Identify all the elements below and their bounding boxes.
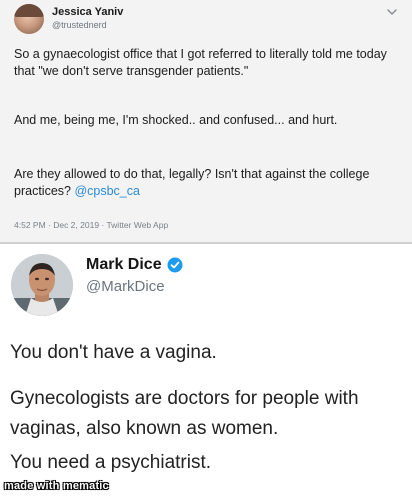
display-name[interactable]: Mark Dice (86, 256, 162, 274)
screenshot-page: Jessica Yaniv @trustednerd So a gynaecol… (0, 0, 412, 500)
tweet-line: You need a psychiatrist. (10, 452, 212, 473)
avatar[interactable] (11, 254, 73, 316)
tweet-paragraph-text: Are they allowed to do that, legally? Is… (14, 167, 370, 198)
tweet-mark-dice[interactable]: Mark Dice @MarkDice You don't have a vag… (0, 244, 412, 500)
verified-badge-icon (167, 257, 183, 273)
tweet-paragraph: So a gynaecologist office that I got ref… (14, 47, 387, 78)
user-handle[interactable]: @MarkDice (86, 278, 165, 295)
tweet-line: Gynecologists are doctors for people wit… (10, 388, 359, 439)
avatar[interactable] (14, 4, 44, 34)
tweet-line: You don't have a vagina. (10, 342, 217, 363)
tweet-paragraph: Are they allowed to do that, legally? Is… (14, 166, 398, 200)
display-name[interactable]: Jessica Yaniv (52, 6, 123, 18)
avatar-photo (11, 254, 73, 316)
chevron-down-icon[interactable] (386, 6, 398, 18)
user-handle[interactable]: @trustednerd (52, 20, 107, 30)
tweet-timestamp[interactable]: 4:52 PM · Dec 2, 2019 · Twitter Web App (14, 220, 168, 230)
tweet-paragraph: And me, being me, I'm shocked.. and conf… (14, 113, 338, 127)
tweet-jessica-yaniv[interactable]: Jessica Yaniv @trustednerd So a gynaecol… (0, 0, 412, 244)
mematic-watermark: made with mematic (4, 480, 109, 492)
name-row: Mark Dice (86, 256, 183, 274)
mention-link[interactable]: @cpsbc_ca (74, 184, 140, 198)
